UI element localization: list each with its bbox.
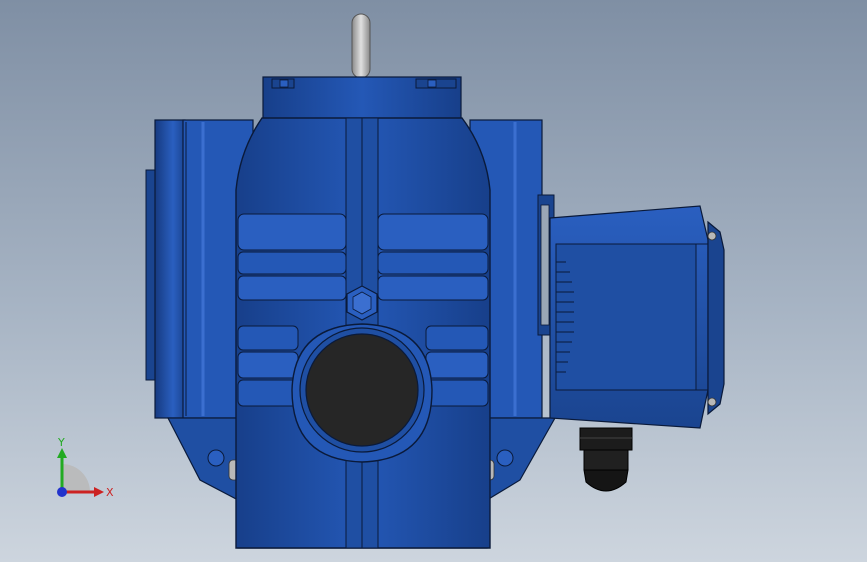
x-axis-arrow [94, 487, 104, 497]
motor-end-cap [707, 220, 725, 416]
y-axis-arrow [57, 448, 67, 458]
coordinate-triad: Y X [57, 436, 114, 499]
z-axis-dot [57, 487, 67, 497]
graphics-viewport[interactable]: Y X [0, 0, 867, 562]
motor-adapter [549, 205, 709, 429]
cable-gland [579, 427, 633, 492]
y-axis-label: Y [57, 436, 65, 449]
triad-quadrant [62, 464, 90, 492]
x-axis-label: X [106, 486, 114, 499]
top-flange [262, 76, 462, 120]
hex-plug [346, 285, 378, 321]
lifting-rod [351, 13, 371, 79]
output-bore [291, 323, 433, 463]
worm-gearbox-model[interactable] [0, 0, 867, 562]
